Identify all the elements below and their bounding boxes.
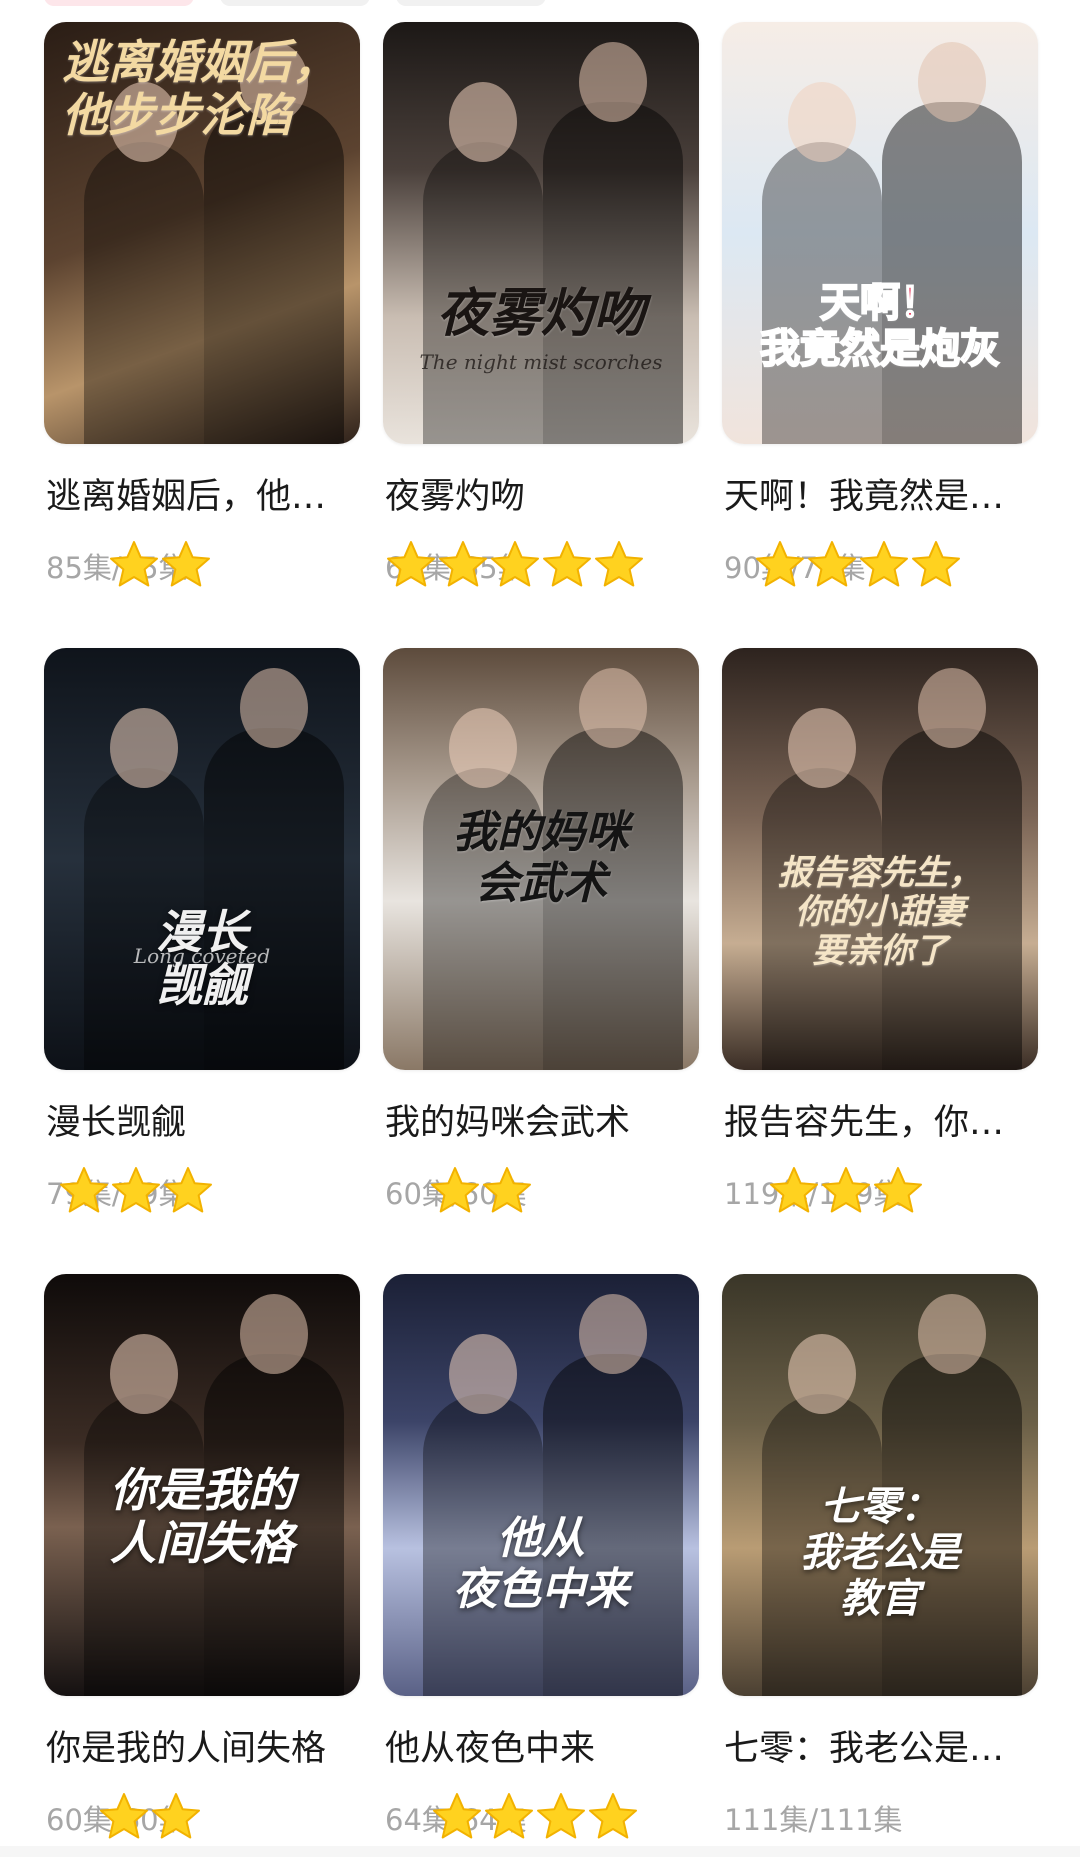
drama-card[interactable]: 夜雾灼吻 The night mist scorches 夜雾灼吻 65集/65… (383, 22, 699, 598)
drama-card[interactable]: 逃离婚姻后， 他步步沦陷 逃离婚姻后，他步步沦陷 85集/85集 (44, 22, 360, 598)
category-chip[interactable] (44, 0, 194, 6)
poster-subtitle: Long coveted (133, 944, 271, 968)
poster-figure-head (449, 82, 517, 162)
drama-card[interactable]: 天啊！ 我竟然是炮灰 天啊！我竟然是炮灰 90集/79集 (722, 22, 1038, 598)
poster-figure-head (579, 42, 647, 122)
star-icon (806, 539, 858, 591)
drama-title[interactable]: 他从夜色中来 (385, 1720, 699, 1771)
drama-card[interactable]: 七零： 我老公是 教官 七零：我老公是教官 111集/111集 (722, 1274, 1038, 1850)
category-chip-row (44, 0, 1044, 8)
drama-meta: 111集/111集 (724, 1791, 1038, 1841)
poster-figure-head (788, 708, 856, 788)
drama-meta: 90集/79集 (724, 539, 1038, 589)
poster-figure-head (449, 1334, 517, 1414)
star-icon (150, 1791, 202, 1843)
drama-title[interactable]: 漫长觊觎 (46, 1094, 360, 1145)
poster-figure (84, 142, 204, 444)
poster-figure-head (788, 1334, 856, 1414)
drama-title[interactable]: 你是我的人间失格 (46, 1720, 360, 1771)
drama-title[interactable]: 夜雾灼吻 (385, 468, 699, 519)
star-icon (429, 1165, 481, 1217)
drama-poster[interactable]: 七零： 我老公是 教官 (722, 1274, 1038, 1696)
drama-meta: 64集/64集 (385, 1791, 699, 1841)
poster-figure-head (240, 668, 308, 748)
category-chip[interactable] (220, 0, 370, 6)
star-icon (858, 539, 910, 591)
poster-title-art: 天啊！ 我竟然是炮灰 (759, 279, 1001, 373)
poster-title-art: 七零： 我老公是 教官 (800, 1483, 960, 1622)
star-icon (910, 539, 962, 591)
drama-meta: 79集/79集 (46, 1165, 360, 1215)
bottom-edge (0, 1846, 1080, 1857)
poster-figure-head (918, 668, 986, 748)
poster-figure (204, 728, 344, 1070)
drama-card[interactable]: 你是我的 人间失格 你是我的人间失格 60集/60集 (44, 1274, 360, 1850)
drama-card[interactable]: 他从 夜色中来 他从夜色中来 64集/64集 (383, 1274, 699, 1850)
drama-title[interactable]: 天啊！我竟然是炮灰 (724, 468, 1038, 519)
star-icon (431, 1791, 483, 1843)
star-icon (483, 1791, 535, 1843)
star-icon (489, 539, 541, 591)
drama-meta: 85集/85集 (46, 539, 360, 589)
star-icon (541, 539, 593, 591)
category-chip[interactable] (396, 0, 546, 6)
star-icon (108, 539, 160, 591)
star-icon (162, 1165, 214, 1217)
poster-title-art: 你是我的 人间失格 (110, 1463, 294, 1570)
drama-meta: 60集/60集 (46, 1791, 360, 1841)
star-icon (820, 1165, 872, 1217)
star-icon (385, 539, 437, 591)
poster-title-art: 夜雾灼吻 (436, 283, 645, 344)
drama-grid: 逃离婚姻后， 他步步沦陷 逃离婚姻后，他步步沦陷 85集/85集 夜雾灼吻 Th… (44, 22, 1038, 1850)
drama-poster[interactable]: 我的妈咪 会武术 (383, 648, 699, 1070)
poster-title-art: 我的妈咪 会武术 (453, 807, 629, 909)
star-icon (437, 539, 489, 591)
drama-poster[interactable]: 夜雾灼吻 The night mist scorches (383, 22, 699, 444)
poster-figure-head (579, 1294, 647, 1374)
poster-figure-head (449, 708, 517, 788)
poster-figure (543, 102, 683, 444)
drama-title[interactable]: 报告容先生，你的小甜妻要亲你了 (724, 1094, 1038, 1145)
drama-poster[interactable]: 逃离婚姻后， 他步步沦陷 (44, 22, 360, 444)
drama-card[interactable]: 漫长 觊觎 Long coveted 漫长觊觎 79集/79集 (44, 648, 360, 1224)
drama-poster[interactable]: 你是我的 人间失格 (44, 1274, 360, 1696)
poster-figure-head (240, 1294, 308, 1374)
star-icon (481, 1165, 533, 1217)
star-icon (160, 539, 212, 591)
poster-figure-head (918, 42, 986, 122)
star-icon (110, 1165, 162, 1217)
star-icon (593, 539, 645, 591)
drama-title[interactable]: 逃离婚姻后，他步步沦陷 (46, 468, 360, 519)
poster-figure (204, 102, 344, 444)
drama-card[interactable]: 报告容先生， 你的小甜妻 要亲你了 报告容先生，你的小甜妻要亲你了 119集/1… (722, 648, 1038, 1224)
poster-subtitle: The night mist scorches (419, 350, 663, 374)
drama-title[interactable]: 七零：我老公是教官 (724, 1720, 1038, 1771)
star-icon (535, 1791, 587, 1843)
drama-title[interactable]: 我的妈咪会武术 (385, 1094, 699, 1145)
drama-poster[interactable]: 报告容先生， 你的小甜妻 要亲你了 (722, 648, 1038, 1070)
poster-figure-head (110, 708, 178, 788)
drama-poster[interactable]: 天啊！ 我竟然是炮灰 (722, 22, 1038, 444)
drama-meta: 119集/119集 (724, 1165, 1038, 1215)
drama-poster[interactable]: 他从 夜色中来 (383, 1274, 699, 1696)
poster-title-art: 逃离婚姻后， 他步步沦陷 (62, 35, 338, 142)
star-icon (58, 1165, 110, 1217)
poster-figure-head (110, 1334, 178, 1414)
poster-figure (882, 102, 1022, 444)
poster-title-art: 他从 夜色中来 (453, 1513, 629, 1615)
poster-title-art: 报告容先生， 你的小甜妻 要亲你了 (778, 853, 982, 972)
star-icon (587, 1791, 639, 1843)
star-icon (98, 1791, 150, 1843)
poster-figure-head (788, 82, 856, 162)
star-icon (768, 1165, 820, 1217)
drama-poster[interactable]: 漫长 觊觎 Long coveted (44, 648, 360, 1070)
poster-figure-head (579, 668, 647, 748)
drama-card[interactable]: 我的妈咪 会武术 我的妈咪会武术 60集/60集 (383, 648, 699, 1224)
star-icon (754, 539, 806, 591)
star-icon (872, 1165, 924, 1217)
drama-meta: 65集/65集 (385, 539, 699, 589)
poster-figure-head (918, 1294, 986, 1374)
drama-meta: 60集/60集 (385, 1165, 699, 1215)
episode-count: 111集/111集 (724, 1803, 903, 1837)
